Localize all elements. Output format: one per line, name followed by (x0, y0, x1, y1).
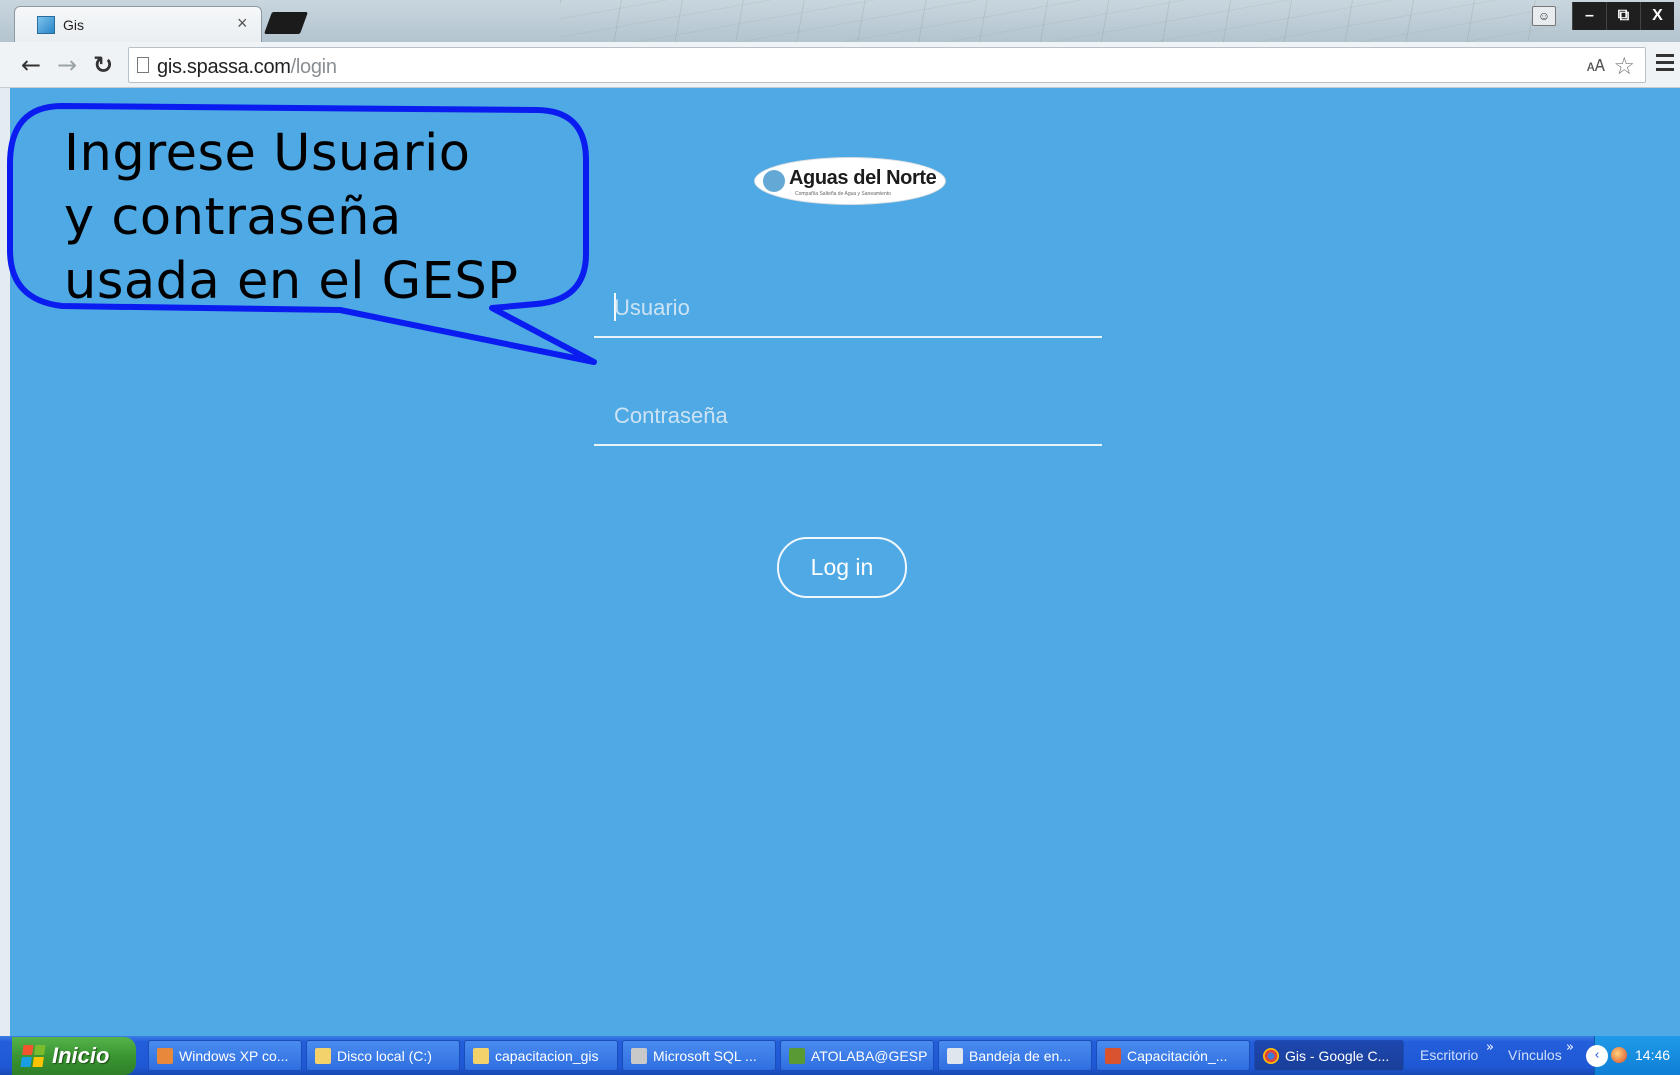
taskbar-item-label: capacitacion_gis (495, 1048, 599, 1064)
clock: 14:46 (1635, 1047, 1671, 1063)
url-text: gis.spassa.com/login (157, 56, 337, 79)
system-tray: ‹ 14:46 (1586, 1036, 1680, 1075)
forward-arrow-icon[interactable]: → (54, 52, 80, 78)
url-domain: gis.spassa.com (157, 56, 291, 78)
logo-subtext: Compañía Salteña de Agua y Saneamiento (795, 191, 891, 197)
login-button[interactable]: Log in (777, 537, 907, 598)
start-button[interactable]: Inicio (12, 1037, 136, 1075)
taskbar-item[interactable]: Disco local (C:) (306, 1040, 460, 1071)
chrome-icon (1263, 1048, 1279, 1064)
logo-text: Aguas del Norte (789, 167, 937, 189)
restore-button[interactable]: ⧉ (1606, 2, 1640, 30)
aguas-del-norte-logo: Aguas del Norte Compañía Salteña de Agua… (755, 158, 945, 204)
menu-icon[interactable] (1656, 54, 1674, 74)
new-tab-button[interactable] (263, 12, 309, 34)
escritorio-chevron-icon[interactable]: » (1486, 1040, 1494, 1055)
taskbar-item-label: ATOLABA@GESP (811, 1048, 928, 1064)
tab-title: Gis (63, 17, 84, 33)
window-left-edge (0, 88, 10, 1036)
windows-taskbar: Inicio Windows XP co... Disco local (C:)… (0, 1036, 1680, 1075)
taskbar-item-label: Capacitación_... (1127, 1048, 1228, 1064)
close-window-button[interactable]: X (1640, 2, 1674, 30)
taskbar-item[interactable]: ATOLABA@GESP (780, 1040, 934, 1071)
powerpoint-icon (1105, 1048, 1121, 1064)
mail-icon (947, 1048, 963, 1064)
username-input[interactable] (614, 288, 1084, 328)
logo-swoosh-icon (763, 170, 785, 192)
address-bar[interactable]: gis.spassa.com/login 🗚 ☆ (128, 47, 1646, 83)
window-controls: – ⧉ X (1572, 2, 1674, 30)
page-icon (137, 57, 149, 73)
tab-favicon-icon (37, 16, 55, 34)
taskbar-item-label: Gis - Google C... (1285, 1048, 1390, 1064)
start-label: Inicio (52, 1043, 110, 1068)
vinculos-chevron-icon[interactable]: » (1566, 1040, 1574, 1055)
taskbar-item-active[interactable]: Gis - Google C... (1254, 1040, 1404, 1071)
folder-icon (315, 1048, 331, 1064)
taskbar-item[interactable]: capacitacion_gis (464, 1040, 618, 1071)
tray-expand-icon[interactable]: ‹ (1586, 1045, 1608, 1067)
tab-close-icon[interactable]: × (237, 13, 248, 34)
translate-icon[interactable]: 🗚 (1587, 56, 1605, 76)
profile-icon[interactable]: ☺ (1532, 6, 1556, 26)
taskbar-item-label: Windows XP co... (179, 1048, 289, 1064)
login-page: Aguas del Norte Compañía Salteña de Agua… (10, 88, 1680, 1036)
username-field (594, 278, 1102, 338)
browser-toolbar: ← → ↻ gis.spassa.com/login 🗚 ☆ (0, 42, 1680, 88)
browser-titlebar: Gis × ☺ – ⧉ X (0, 0, 1680, 42)
minimize-button[interactable]: – (1572, 2, 1606, 30)
vinculos-link[interactable]: Vínculos (1508, 1047, 1562, 1063)
browser-tab[interactable]: Gis × (14, 6, 262, 42)
taskbar-item[interactable]: Microsoft SQL ... (622, 1040, 776, 1071)
taskbar-item[interactable]: Bandeja de en... (938, 1040, 1092, 1071)
tray-app-icon[interactable] (1611, 1047, 1627, 1063)
url-path: /login (290, 56, 337, 78)
window-icon (157, 1048, 173, 1064)
taskbar-item-label: Bandeja de en... (969, 1048, 1071, 1064)
folder-icon (473, 1048, 489, 1064)
bookmark-star-icon[interactable]: ☆ (1613, 52, 1635, 80)
taskbar-item[interactable]: Windows XP co... (148, 1040, 302, 1071)
back-arrow-icon[interactable]: ← (18, 52, 44, 78)
toad-icon (789, 1048, 805, 1064)
taskbar-item-label: Microsoft SQL ... (653, 1048, 757, 1064)
windows-flag-icon (20, 1045, 46, 1067)
escritorio-link[interactable]: Escritorio (1420, 1047, 1478, 1063)
password-field (594, 386, 1102, 446)
titlebar-map-decoration (560, 0, 1560, 42)
password-input[interactable] (614, 396, 1084, 436)
taskbar-item[interactable]: Capacitación_... (1096, 1040, 1250, 1071)
reload-icon[interactable]: ↻ (90, 52, 116, 78)
sql-server-icon (631, 1048, 647, 1064)
taskbar-item-label: Disco local (C:) (337, 1048, 432, 1064)
